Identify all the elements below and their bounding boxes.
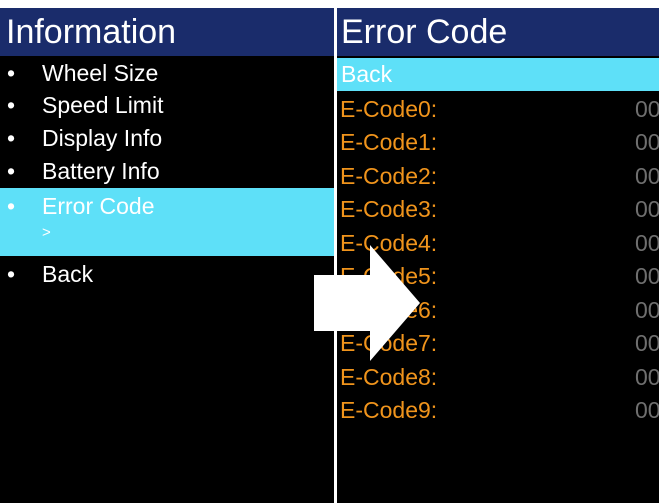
menu-item-error-code[interactable]: • Error Code > <box>0 188 334 256</box>
back-button[interactable]: Back <box>337 58 659 91</box>
error-code-row: E-Code8: 00 <box>337 360 659 394</box>
error-code-value: 00 <box>635 96 659 122</box>
menu-item-label: Back <box>42 261 94 287</box>
error-code-label: E-Code3: <box>340 196 438 222</box>
error-code-row: E-Code9: 00 <box>337 393 659 427</box>
error-code-value: 00 <box>635 230 659 256</box>
error-code-row: E-Code0: 00 <box>337 92 659 126</box>
error-code-value: 00 <box>635 364 659 390</box>
menu-item-label: Battery Info <box>42 158 160 184</box>
error-code-value: 00 <box>635 397 659 423</box>
error-code-label: E-Code9: <box>340 397 438 423</box>
bullet: • <box>6 193 16 219</box>
information-title: Information <box>0 8 334 56</box>
submenu-indicator: > <box>42 224 51 241</box>
error-code-value: 00 <box>635 297 659 323</box>
menu-item-label: Speed Limit <box>42 92 164 118</box>
error-code-label: E-Code0: <box>340 96 438 122</box>
error-code-label: E-Code2: <box>340 163 438 189</box>
error-code-value: 00 <box>635 330 659 356</box>
bullet: • <box>6 261 16 287</box>
error-code-label: E-Code1: <box>340 129 438 155</box>
error-code-label: E-Code8: <box>340 364 438 390</box>
information-screen: Information • Wheel Size • Speed Limit •… <box>0 8 334 503</box>
right-arrow-icon <box>314 245 420 361</box>
error-code-title: Error Code <box>337 8 659 56</box>
menu-item-label: Wheel Size <box>42 60 159 86</box>
error-code-value: 00 <box>635 163 659 189</box>
bullet: • <box>6 60 16 86</box>
error-code-row: E-Code2: 00 <box>337 159 659 193</box>
error-code-value: 00 <box>635 129 659 155</box>
error-code-row: E-Code1: 00 <box>337 125 659 159</box>
error-code-value: 00 <box>635 263 659 289</box>
menu-item-label: Error Code <box>42 193 155 219</box>
bullet: • <box>6 158 16 184</box>
bullet: • <box>6 125 16 151</box>
error-code-row: E-Code3: 00 <box>337 192 659 226</box>
menu-item-label: Display Info <box>42 125 163 151</box>
bullet: • <box>6 92 16 118</box>
error-code-value: 00 <box>635 196 659 222</box>
